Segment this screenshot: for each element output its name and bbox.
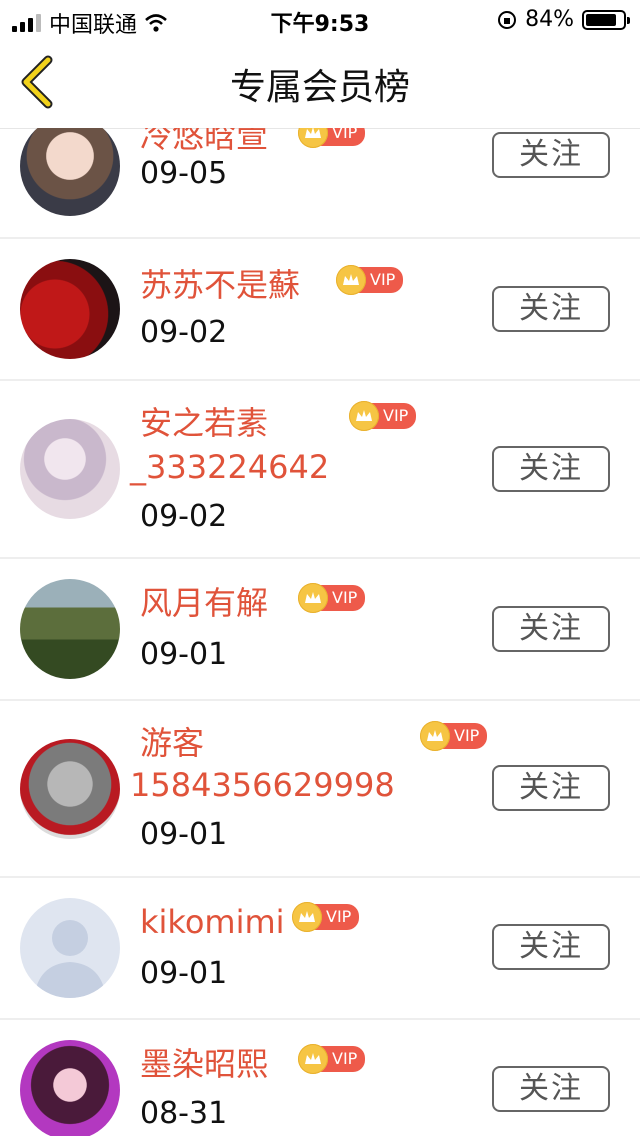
crown-icon	[298, 583, 328, 613]
vip-badge: VIP	[292, 902, 360, 932]
member-date: 09-01	[140, 817, 228, 852]
battery-icon	[582, 9, 630, 30]
member-date: 09-02	[140, 315, 228, 350]
default-user-icon	[34, 920, 106, 998]
orientation-lock-icon	[498, 10, 517, 29]
follow-button[interactable]: 关注	[492, 765, 610, 811]
follow-button[interactable]: 关注	[492, 924, 610, 970]
vip-badge: VIP	[349, 401, 417, 431]
member-name[interactable]: 安之若素	[140, 403, 268, 443]
status-bar: 中国联通 下午9:53 84%	[0, 0, 640, 40]
battery-fill	[586, 13, 617, 26]
crown-icon	[292, 902, 322, 932]
member-name-line2[interactable]: _333224642	[130, 447, 329, 487]
vip-badge: VIP	[298, 1044, 366, 1074]
follow-button[interactable]: 关注	[492, 286, 610, 332]
member-date: 09-01	[140, 956, 228, 991]
member-name[interactable]: 游客	[140, 723, 204, 763]
avatar[interactable]	[20, 579, 120, 679]
avatar[interactable]	[20, 898, 120, 998]
member-name[interactable]: 风月有解	[140, 583, 268, 623]
avatar[interactable]	[20, 259, 120, 359]
avatar[interactable]	[20, 128, 120, 216]
vip-badge: VIP	[298, 128, 366, 148]
member-list[interactable]: 冷悠晗萱 VIP 09-05 关注 苏苏不是蘇 VIP 09-02 关注 安之若…	[0, 128, 640, 1136]
member-name-line2[interactable]: 1584356629998	[130, 765, 395, 805]
list-item[interactable]: 游客 VIP 1584356629998 09-01 关注	[0, 701, 640, 878]
member-name[interactable]: 墨染昭熙	[140, 1044, 268, 1084]
avatar[interactable]	[20, 739, 120, 839]
list-item[interactable]: 安之若素 VIP _333224642 09-02 关注	[0, 381, 640, 559]
member-date: 09-02	[140, 499, 228, 534]
list-item[interactable]: 苏苏不是蘇 VIP 09-02 关注	[0, 239, 640, 381]
crown-icon	[420, 721, 450, 751]
status-right: 84%	[497, 7, 630, 32]
list-item[interactable]: 墨染昭熙 VIP 08-31 关注	[0, 1020, 640, 1136]
member-date: 09-05	[140, 156, 228, 191]
crown-icon	[349, 401, 379, 431]
list-item[interactable]: kikomimi VIP 09-01 关注	[0, 878, 640, 1020]
page-title: 专属会员榜	[229, 67, 410, 108]
member-date: 09-01	[140, 637, 228, 672]
follow-button[interactable]: 关注	[492, 132, 610, 178]
member-name[interactable]: 苏苏不是蘇	[140, 265, 300, 305]
member-date: 08-31	[140, 1096, 228, 1131]
crown-icon	[336, 265, 366, 295]
avatar[interactable]	[20, 1040, 120, 1136]
vip-badge: VIP	[336, 265, 404, 295]
vip-badge: VIP	[298, 583, 366, 613]
follow-button[interactable]: 关注	[492, 1066, 610, 1112]
member-name[interactable]: kikomimi	[140, 902, 285, 942]
crown-icon	[298, 1044, 328, 1074]
list-item[interactable]: 风月有解 VIP 09-01 关注	[0, 559, 640, 701]
follow-button[interactable]: 关注	[492, 446, 610, 492]
battery-percent: 84%	[525, 7, 574, 32]
list-item[interactable]: 冷悠晗萱 VIP 09-05 关注	[0, 128, 640, 239]
member-name[interactable]: 冷悠晗萱	[140, 128, 268, 156]
vip-badge: VIP	[420, 721, 488, 751]
follow-button[interactable]: 关注	[492, 606, 610, 652]
avatar[interactable]	[20, 419, 120, 519]
nav-bar: 专属会员榜	[0, 40, 640, 129]
